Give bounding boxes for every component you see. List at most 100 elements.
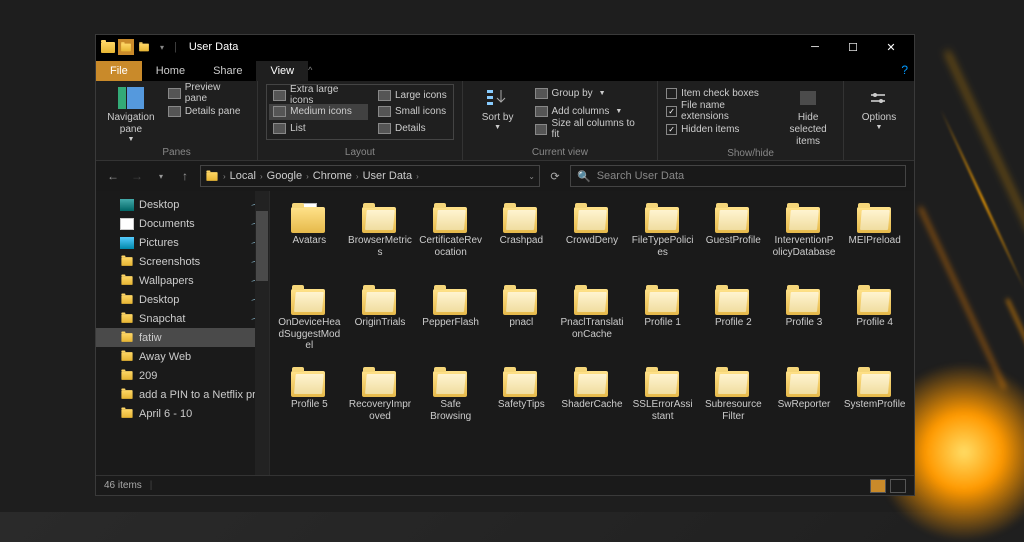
qat-new-folder-icon[interactable]	[136, 39, 152, 55]
sidebar-item[interactable]: Desktop📌	[96, 290, 269, 309]
folder-item[interactable]: CertificateRevocation	[415, 199, 486, 281]
maximize-button[interactable]: ☐	[834, 35, 872, 59]
hide-selected-button[interactable]: Hide selected items	[781, 84, 835, 148]
folder-item[interactable]: SafetyTips	[486, 363, 557, 445]
folder-item[interactable]: OriginTrials	[345, 281, 416, 363]
folder-item[interactable]: Profile 1	[627, 281, 698, 363]
tab-view[interactable]: View	[256, 61, 308, 81]
collapse-ribbon-icon[interactable]: ^	[308, 65, 312, 75]
folder-item[interactable]: MEIPreload	[839, 199, 910, 281]
sidebar-item[interactable]: April 6 - 10	[96, 404, 269, 423]
folder-icon	[362, 367, 398, 397]
chevron-right-icon[interactable]: ›	[223, 172, 226, 181]
hidden-items-toggle[interactable]: ✓Hidden items	[666, 120, 775, 138]
folder-item[interactable]: SystemProfile	[839, 363, 910, 445]
navigation-pane-button[interactable]: Navigation pane▼	[104, 84, 158, 144]
folder-icon	[786, 285, 822, 315]
file-extensions-toggle[interactable]: ✓File name extensions	[666, 102, 775, 120]
qat-dropdown-icon[interactable]: ▾	[154, 39, 170, 55]
folder-item[interactable]: BrowserMetrics	[345, 199, 416, 281]
preview-pane-button[interactable]: Preview pane	[164, 84, 249, 102]
content-area[interactable]: Avatars BrowserMetricsCertificateRevocati…	[270, 191, 914, 475]
folder-item[interactable]: GuestProfile	[698, 199, 769, 281]
layout-small[interactable]: Small icons	[374, 104, 451, 120]
folder-item[interactable]: Safe Browsing	[415, 363, 486, 445]
qat-properties-icon[interactable]	[118, 39, 134, 55]
layout-large[interactable]: Large icons	[374, 87, 451, 103]
sidebar-item[interactable]: Wallpapers📌	[96, 271, 269, 290]
tab-home[interactable]: Home	[142, 61, 199, 81]
folder-item[interactable]: Profile 5	[274, 363, 345, 445]
breadcrumb-segment[interactable]: Google	[267, 170, 302, 182]
sidebar-item[interactable]: Documents📌	[96, 214, 269, 233]
sidebar-item[interactable]: Desktop📌	[96, 195, 269, 214]
details-pane-button[interactable]: Details pane	[164, 102, 249, 120]
search-box[interactable]: 🔍 Search User Data	[570, 165, 906, 187]
folder-item[interactable]: PnaclTranslationCache	[557, 281, 628, 363]
close-button[interactable]: ✕	[872, 35, 910, 59]
folder-item[interactable]: PepperFlash	[415, 281, 486, 363]
sidebar-item[interactable]: Pictures📌	[96, 233, 269, 252]
sidebar-item[interactable]: Snapchat📌	[96, 309, 269, 328]
details-view-toggle[interactable]	[870, 479, 886, 493]
icons-view-toggle[interactable]	[890, 479, 906, 493]
sidebar-item[interactable]: Screenshots📌	[96, 252, 269, 271]
chevron-right-icon[interactable]: ›	[416, 172, 419, 181]
recent-dropdown[interactable]: ▾	[152, 172, 170, 181]
hide-selected-icon	[794, 86, 822, 110]
sidebar-scrollbar[interactable]	[255, 191, 269, 475]
sidebar-item[interactable]: add a PIN to a Netflix profi	[96, 385, 269, 404]
group-by-button[interactable]: Group by▼	[531, 84, 650, 102]
item-label: SSLErrorAssistant	[631, 399, 695, 422]
folder-item[interactable]: InterventionPolicyDatabase	[769, 199, 840, 281]
item-label: GuestProfile	[706, 235, 761, 247]
tab-share[interactable]: Share	[199, 61, 256, 81]
chevron-right-icon[interactable]: ›	[356, 172, 359, 181]
size-columns-icon	[535, 124, 548, 135]
back-button[interactable]: ←	[104, 169, 122, 183]
layout-extra-large[interactable]: Extra large icons	[269, 87, 368, 103]
up-button[interactable]: ↑	[176, 169, 194, 183]
refresh-button[interactable]: ⟳	[546, 170, 564, 183]
sidebar-item[interactable]: 209	[96, 366, 269, 385]
folder-item[interactable]: CrowdDeny	[557, 199, 628, 281]
folder-item[interactable]: RecoveryImproved	[345, 363, 416, 445]
scrollbar-thumb[interactable]	[256, 211, 268, 281]
breadcrumb[interactable]: › Local › Google › Chrome › User Data › …	[200, 165, 540, 187]
folder-item[interactable]: ShaderCache	[557, 363, 628, 445]
size-columns-button[interactable]: Size all columns to fit	[531, 120, 650, 138]
sidebar-item[interactable]: fatiw	[96, 328, 269, 347]
ribbon-group-show-hide: Item check boxes ✓File name extensions ✓…	[658, 81, 844, 160]
layout-list[interactable]: List	[269, 120, 368, 136]
title-bar[interactable]: ▾ | User Data ─ ☐ ✕	[96, 35, 914, 59]
breadcrumb-dropdown-icon[interactable]: ⌄	[528, 172, 535, 181]
folder-item[interactable]: Profile 3	[769, 281, 840, 363]
folder-item[interactable]: Avatars	[274, 199, 345, 281]
help-icon[interactable]: ?	[901, 63, 908, 77]
item-label: Avatars	[292, 235, 326, 247]
folder-item[interactable]: pnacl	[486, 281, 557, 363]
chevron-right-icon[interactable]: ›	[260, 172, 263, 181]
folder-item[interactable]: SSLErrorAssistant	[627, 363, 698, 445]
folder-item[interactable]: OnDeviceHeadSuggestModel	[274, 281, 345, 363]
minimize-button[interactable]: ─	[796, 35, 834, 59]
options-button[interactable]: Options▼	[852, 84, 906, 132]
chevron-right-icon[interactable]: ›	[306, 172, 309, 181]
layout-medium[interactable]: Medium icons	[269, 104, 368, 120]
sort-by-button[interactable]: Sort by▼	[471, 84, 525, 132]
tab-file[interactable]: File	[96, 61, 142, 81]
breadcrumb-segment[interactable]: Local	[230, 170, 256, 182]
folder-item[interactable]: Profile 4	[839, 281, 910, 363]
folder-item[interactable]: SwReporter	[769, 363, 840, 445]
ribbon-group-layout: Extra large icons Large icons Medium ico…	[258, 81, 463, 160]
breadcrumb-segment[interactable]: Chrome	[313, 170, 352, 182]
breadcrumb-segment[interactable]: User Data	[363, 170, 413, 182]
folder-item[interactable]: Crashpad	[486, 199, 557, 281]
forward-button[interactable]: →	[128, 169, 146, 183]
sidebar-item[interactable]: Away Web	[96, 347, 269, 366]
folder-item[interactable]: Subresource Filter	[698, 363, 769, 445]
folder-item[interactable]: FileTypePolicies	[627, 199, 698, 281]
layout-details[interactable]: Details	[374, 120, 451, 136]
folder-item[interactable]: Profile 2	[698, 281, 769, 363]
window-title: User Data	[189, 41, 239, 53]
